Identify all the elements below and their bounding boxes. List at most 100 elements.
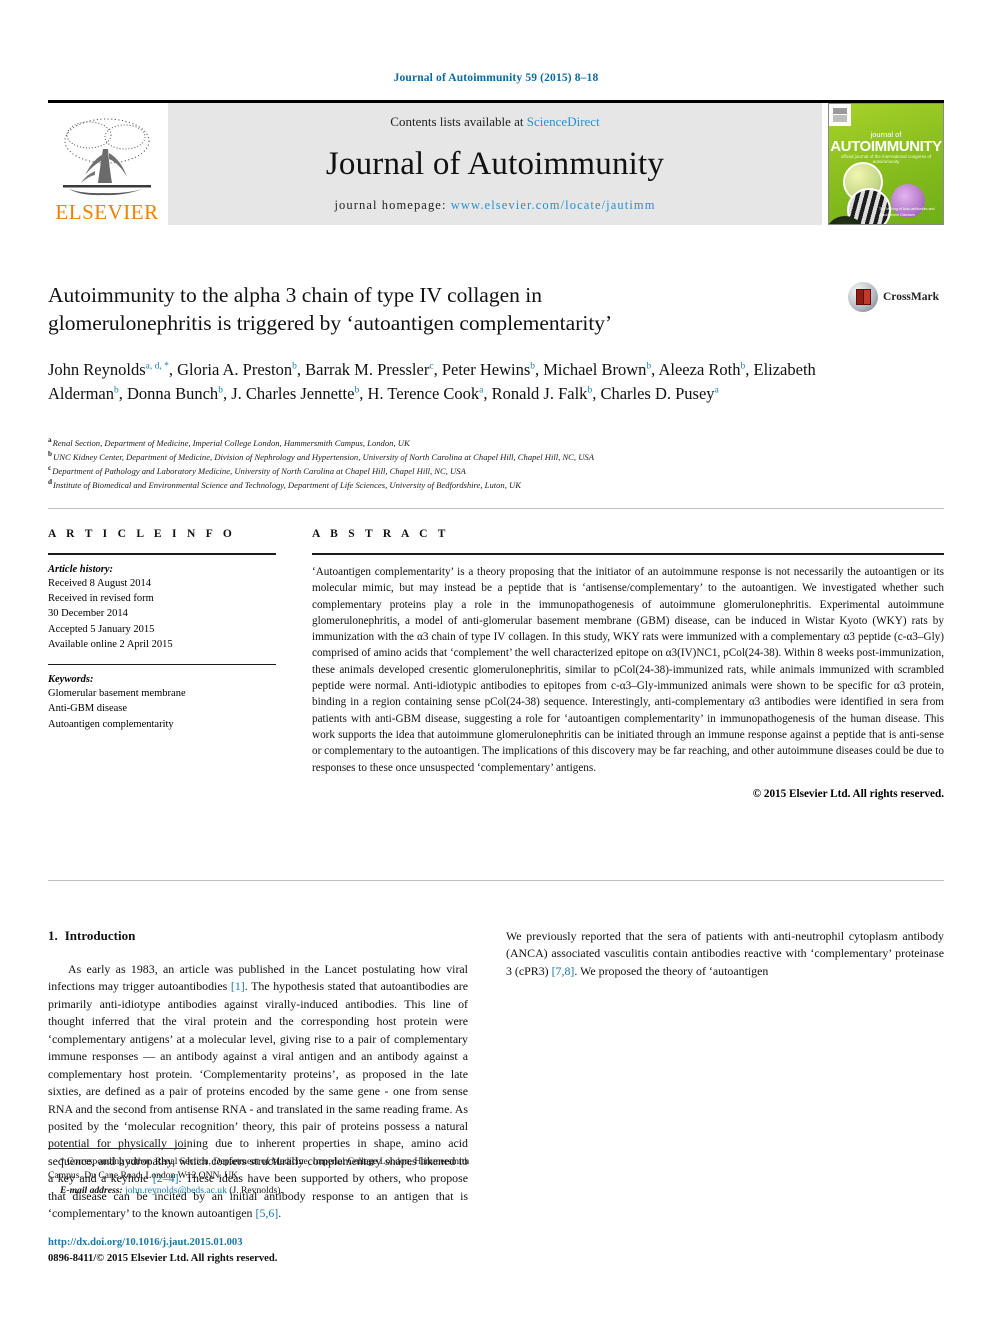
affiliation-item: bUNC Kidney Center, Department of Medici…	[48, 450, 928, 464]
affiliation-mark: a	[48, 436, 52, 445]
elsevier-logo: ELSEVIER	[48, 103, 166, 225]
author-name: Gloria A. Preston	[177, 360, 293, 379]
section-number: 1.	[48, 928, 58, 943]
contents-available-line: Contents lists available at ScienceDirec…	[390, 114, 599, 130]
paragraph-text: . We proposed the theory of ‘autoantigen	[574, 963, 769, 978]
footnote-block: * Corresponding author. Renal Section, D…	[48, 1155, 478, 1198]
keyword-item: Glomerular basement membrane	[48, 688, 186, 700]
page-title: Autoimmunity to the alpha 3 chain of typ…	[48, 283, 613, 335]
article-info-rule	[48, 553, 276, 555]
affiliation-text: UNC Kidney Center, Department of Medicin…	[53, 452, 594, 462]
author-affil-mark: b	[740, 361, 746, 372]
doi-link[interactable]: http://dx.doi.org/10.1016/j.jaut.2015.01…	[48, 1235, 478, 1251]
abstract-copyright: © 2015 Elsevier Ltd. All rights reserved…	[752, 787, 944, 800]
elsevier-wordmark: ELSEVIER	[55, 200, 159, 224]
paragraph: We previously reported that the sera of …	[506, 928, 944, 980]
citation-ref[interactable]: [1]	[231, 979, 245, 993]
email-note: E-mail address: john.reynolds@beds.ac.uk…	[48, 1184, 478, 1198]
journal-homepage-line: journal homepage: www.elsevier.com/locat…	[334, 198, 655, 213]
paragraph-text: .	[278, 1206, 282, 1221]
author-name: Barrak M. Pressler	[305, 360, 430, 379]
cover-subtitle: official journal of the international co…	[840, 154, 932, 164]
keyword-item: Autoantigen complementarity	[48, 718, 174, 730]
author-name: Michael Brown	[543, 360, 647, 379]
section-heading-introduction: 1. Introduction	[48, 928, 468, 944]
cover-caption: The Making of Auto-antibodies and Autoim…	[879, 207, 935, 217]
history-item: Available online 2 April 2015	[48, 638, 173, 650]
affiliation-text: Department of Pathology and Laboratory M…	[52, 466, 466, 476]
paper-page: Journal of Autoimmunity 59 (2015) 8–18 E…	[0, 0, 992, 1323]
running-head: Journal of Autoimmunity 59 (2015) 8–18	[393, 72, 599, 84]
affiliation-list: aRenal Section, Department of Medicine, …	[48, 436, 928, 492]
author-affil-mark: b	[646, 361, 652, 372]
history-item: 30 December 2014	[48, 608, 128, 620]
crossmark-icon	[848, 282, 878, 312]
keywords-label: Keywords:	[48, 674, 94, 686]
keyword-item: Anti-GBM disease	[48, 703, 128, 715]
corresponding-author-note: * Corresponding author. Renal Section, D…	[48, 1155, 478, 1184]
affiliation-text: Renal Section, Department of Medicine, I…	[52, 438, 410, 448]
crossmark-label: CrossMark	[883, 291, 940, 303]
author-affil-mark: a, d, *	[145, 361, 169, 372]
author-name: Ronald J. Falk	[491, 384, 588, 404]
contents-prefix: Contents lists available at	[390, 114, 524, 129]
email-link[interactable]: john.reynolds@beds.ac.uk	[125, 1185, 227, 1196]
author-name: John Reynolds	[48, 360, 146, 379]
article-history-label: Article history:	[48, 564, 114, 575]
author-affil-mark: b	[218, 385, 223, 396]
author-affil-mark: b	[530, 361, 536, 372]
history-item: Received 8 August 2014	[48, 578, 151, 589]
affiliation-mark: c	[48, 464, 52, 473]
author-affil-mark: a	[714, 385, 719, 396]
affiliation-mark: b	[48, 450, 52, 459]
cover-elsevier-icon	[833, 108, 847, 122]
email-suffix: (J. Reynolds).	[229, 1184, 283, 1196]
author-affil-mark: b	[292, 361, 297, 372]
cover-journal-title: AUTOIMMUNITY	[830, 138, 942, 155]
sciencedirect-link[interactable]: ScienceDirect	[527, 114, 600, 129]
history-item: Received in revised form	[48, 593, 154, 605]
journal-masthead: ELSEVIER Contents lists available at Sci…	[48, 100, 944, 225]
elsevier-tree-icon	[63, 118, 151, 196]
author-affil-mark: b	[113, 385, 119, 396]
author-name: H. Terence Cook	[367, 384, 480, 404]
issn-copyright-line: 0896-8411/© 2015 Elsevier Ltd. All right…	[48, 1252, 278, 1264]
author-affil-mark: b	[587, 385, 593, 396]
footnote-separator-rule	[48, 1148, 186, 1149]
author-list: John Reynoldsa, d, *, Gloria A. Prestonb…	[48, 360, 816, 404]
author-name: Donna Bunch	[126, 384, 219, 404]
affiliation-item: cDepartment of Pathology and Laboratory …	[48, 464, 928, 478]
affiliation-item: dInstitute of Biomedical and Environment…	[48, 478, 928, 492]
section-title: Introduction	[64, 928, 136, 943]
title-block: Autoimmunity to the alpha 3 chain of typ…	[48, 282, 939, 337]
doi-block: http://dx.doi.org/10.1016/j.jaut.2015.01…	[48, 1235, 478, 1267]
affiliation-mark: d	[48, 478, 52, 487]
abstract-text: ‘Autoantigen complementarity’ is a theor…	[312, 566, 945, 774]
article-info-heading: A R T I C L E I N F O	[48, 528, 236, 540]
crossmark-badge-group[interactable]: CrossMark	[848, 282, 992, 312]
journal-title: Journal of Autoimmunity	[325, 145, 665, 182]
citation-ref[interactable]: [5,6]	[255, 1206, 278, 1220]
author-affil-mark: a	[479, 385, 484, 396]
homepage-prefix: journal homepage:	[334, 198, 447, 212]
journal-cover-thumbnail: journal of AUTOIMMUNITY official journal…	[828, 103, 944, 225]
body-column-right: We previously reported that the sera of …	[506, 928, 944, 982]
author-affil-mark: c	[429, 361, 434, 372]
citation-ref[interactable]: [7,8]	[552, 964, 575, 978]
homepage-url-link[interactable]: www.elsevier.com/locate/jautimm	[451, 198, 656, 212]
affiliation-text: Institute of Biomedical and Environmenta…	[53, 480, 521, 490]
history-item: Accepted 5 January 2015	[48, 623, 155, 635]
abstract-column: A B S T R A C T ‘Autoantigen complementa…	[312, 528, 944, 800]
abstract-heading: A B S T R A C T	[312, 528, 450, 540]
masthead-center-panel: Contents lists available at ScienceDirec…	[168, 103, 822, 225]
author-name: Peter Hewins	[441, 360, 531, 379]
author-name: Charles D. Pusey	[600, 384, 715, 404]
affiliation-item: aRenal Section, Department of Medicine, …	[48, 436, 928, 450]
author-name: Aleeza Roth	[658, 360, 741, 379]
corresponding-author-text: Corresponding author. Renal Section, Dep…	[48, 1156, 470, 1182]
email-label: E-mail address:	[60, 1184, 123, 1196]
info-section-bottom-rule	[48, 880, 944, 881]
info-section-top-rule	[48, 508, 944, 509]
author-affil-mark: b	[354, 385, 360, 396]
keywords-rule	[48, 664, 276, 666]
